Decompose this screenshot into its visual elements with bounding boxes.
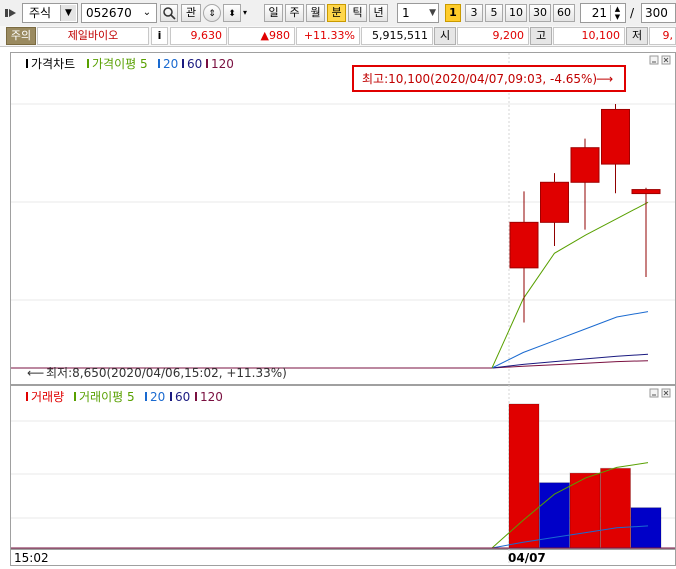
updown-icon: ⬍ [228,9,236,19]
low-annotation-arrow: ⟵ [27,366,44,380]
candle-body[interactable] [509,221,539,269]
change-rate: +11.33% [296,27,360,45]
minute-30-button[interactable]: 30 [529,4,551,22]
search-button[interactable] [160,4,178,22]
total-count-field[interactable]: 300 [641,3,676,23]
pane-close-icon[interactable] [661,388,671,398]
period-minute[interactable]: 분 [327,4,346,22]
legend-swatch [26,392,28,401]
chevron-down-icon[interactable]: ▾ [243,5,253,21]
trade-volume: 5,915,511 [361,27,433,45]
toolbar: 주식 ▼ 052670 ⌄ 관 ⇕ ⬍ ▾ 일 주 월 분 틱 년 1 ▼ 1 … [0,0,676,27]
interval-badge[interactable]: 1 [445,4,461,22]
candle-body[interactable] [570,147,600,183]
legend-swatch [158,59,160,68]
open-label: 시 [434,27,456,45]
period-day[interactable]: 일 [264,4,283,22]
time-axis-frame [10,549,676,566]
time-axis-date-label: 04/07 [508,551,546,565]
minute-60-button[interactable]: 60 [553,4,575,22]
period-tick[interactable]: 틱 [348,4,367,22]
period-week[interactable]: 주 [285,4,304,22]
high-label: 고 [530,27,552,45]
high-value: 10,100 [553,27,625,45]
low-annotation: 최저:8,650(2020/04/06,15:02, +11.33%) [46,366,287,380]
volume-bar[interactable] [508,403,540,549]
legend-volume-ma20[interactable]: 20 [150,390,165,404]
candle-body[interactable] [601,108,630,165]
high-annotation: 최고:10,100(2020/04/07,09:03, -4.65%) [362,72,597,86]
legend-price-chart[interactable]: 가격차트 [31,57,75,71]
candle-body[interactable] [540,181,569,223]
code-input[interactable]: 052670 ⌄ [81,3,157,23]
legend-swatch [87,59,89,68]
period-year[interactable]: 년 [369,4,388,22]
total-count-value: 300 [645,6,668,20]
pane-minimize-icon[interactable] [649,55,659,65]
legend-volume[interactable]: 거래량 [31,390,64,404]
scroll-button[interactable]: ⇕ [203,4,221,22]
gwan-button[interactable]: 관 [181,4,201,22]
info-button[interactable]: i [151,27,168,45]
market-select[interactable]: 주식 ▼ [22,3,78,23]
minute-5-button[interactable]: 5 [485,4,503,22]
open-value: 9,200 [457,27,529,45]
count-stepper-value: 21 [591,6,607,20]
chevron-down-icon[interactable]: ⌄ [139,5,155,21]
pane-minimize-icon[interactable] [649,388,659,398]
legend-swatch [170,392,172,401]
link-arrow-icon[interactable] [4,5,20,21]
interval-select[interactable]: 1 ▼ [397,3,439,23]
volume-bar[interactable] [630,507,662,549]
candle-body[interactable] [631,189,661,195]
chart-area[interactable]: 가격차트 가격이평 5 20 60 120 거래량 거래이평 5 20 60 1… [10,52,676,566]
price-volume-chart[interactable]: 가격차트 가격이평 5 20 60 120 거래량 거래이평 5 20 60 1… [10,52,676,566]
code-input-value: 052670 [86,6,132,20]
legend-swatch [206,59,208,68]
volume-bar[interactable] [600,467,631,549]
pane-close-icon[interactable] [661,55,671,65]
period-month[interactable]: 월 [306,4,325,22]
price-pane-frame [10,52,676,385]
current-price: 9,630 [170,27,227,45]
legend-swatch [74,392,76,401]
double-chevron-icon: ⇕ [208,9,216,19]
warning-tag: 주의 [6,27,36,45]
minute-10-button[interactable]: 10 [505,4,527,22]
search-icon [162,7,176,23]
low-value: 9, [649,27,676,45]
legend-price-ma120[interactable]: 120 [211,57,234,71]
price-change: ▲980 [228,27,295,45]
volume-bar[interactable] [569,472,601,549]
count-separator: / [630,6,635,20]
low-label: 저 [626,27,648,45]
market-select-value: 주식 [29,6,52,20]
legend-swatch [145,392,147,401]
chevron-down-icon[interactable]: ▼ [429,6,436,20]
chevron-down-icon[interactable]: ▼ [60,5,76,21]
updown-icon[interactable]: ▲ ▼ [610,5,624,21]
legend-swatch [195,392,197,401]
legend-swatch [182,59,184,68]
high-annotation-arrow: ⟶ [596,72,613,86]
legend-price-ma60[interactable]: 60 [187,57,202,71]
legend-volume-ma5[interactable]: 거래이평 5 [79,390,135,404]
stock-name: 제일바이오 [37,27,149,45]
legend-price-ma20[interactable]: 20 [163,57,178,71]
legend-price-ma5[interactable]: 가격이평 5 [92,57,148,71]
count-stepper[interactable]: 21 ▲ ▼ [580,3,626,23]
legend-volume-ma60[interactable]: 60 [175,390,190,404]
volume-bar[interactable] [539,482,570,549]
legend-volume-ma120[interactable]: 120 [200,390,223,404]
spin-button[interactable]: ⬍ [223,4,241,22]
minute-3-button[interactable]: 3 [465,4,483,22]
legend-swatch [26,59,28,68]
time-axis-start-label: 15:02 [14,551,49,565]
interval-select-value: 1 [402,6,410,20]
